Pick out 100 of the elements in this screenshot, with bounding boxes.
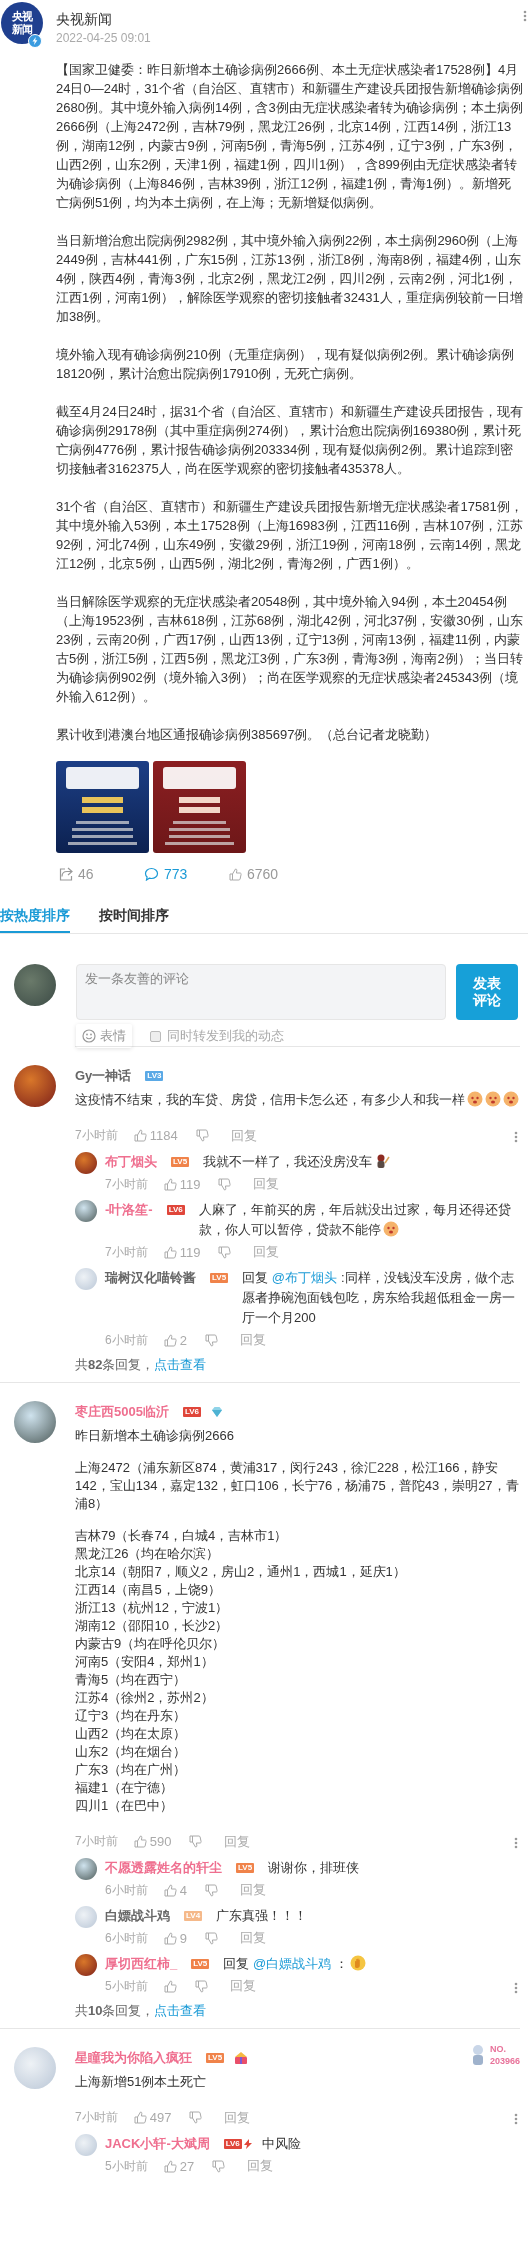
comment-time: 5小时前 xyxy=(105,1977,148,1995)
level-badge: LV3 xyxy=(145,1071,164,1081)
reply-button[interactable]: 回复 xyxy=(230,1126,257,1145)
checkbox-label: 同时转发到我的动态 xyxy=(167,1027,284,1045)
logo-text: 新闻 xyxy=(12,23,32,36)
comment-button[interactable]: 773 xyxy=(141,866,226,882)
avatar xyxy=(14,2047,56,2089)
avatar xyxy=(75,1858,97,1880)
comment-text: 黑龙江26（均在哈尔滨） xyxy=(75,1545,221,1563)
repost-button[interactable]: 46 xyxy=(56,866,141,882)
submit-button[interactable]: 发表评论 xyxy=(456,964,518,1020)
comment-text: 山西2（均在太原） xyxy=(75,1725,188,1743)
like-button[interactable]: 590 xyxy=(133,1834,172,1849)
like-button[interactable]: 6760 xyxy=(226,866,311,882)
post-paragraph: 当日解除医学观察的无症状感染者20548例，其中境外输入94例，本土20454例（上海19523例，吉林618例，江苏68例，湖北42例，河北37例，安徽30例，山东23例，云南20例，广西17例，山西13例，辽宁13例，河南13例，福建11例，内蒙古5例，浙江5例，江西5例，黑龙江3例，广东3例，青海3例，海南2例）；当日转为确诊病例902例（境外输入3例）；尚在医学观察的无症状感染者245343例（境外输入612例）。 xyxy=(56,593,524,706)
like-button[interactable]: 27 xyxy=(163,2158,195,2174)
like-button[interactable]: 497 xyxy=(133,2110,172,2125)
reply-button[interactable]: 回复 xyxy=(253,1243,280,1261)
reply-text: 谢谢你，排班侠 xyxy=(268,1859,361,1877)
emoji-icon xyxy=(467,1091,483,1107)
thumbs-up-icon xyxy=(163,1979,177,1993)
user-name[interactable]: -叶洛笙- xyxy=(105,1200,153,1220)
like-button[interactable]: 4 xyxy=(163,1882,187,1898)
dislike-button[interactable] xyxy=(204,1883,218,1897)
post-paragraph: 31个省（自治区、直辖市）和新疆生产建设兵团报告新增无症状感染者17581例，其中境外输入53例，本土17528例（上海16983例，江西116例，吉林107例，江苏92例，河北74例，山东49例，安徽29例，浙江19例，河南18例，云南14例，黑龙江12例，北京5例，山西5例，湖北2例，青海2例，广西1例）。 xyxy=(56,498,524,573)
thumbs-up-icon xyxy=(163,2159,177,2173)
user-name[interactable]: 白嫖战斗鸡 xyxy=(105,1906,170,1926)
level-badge: LV5 xyxy=(171,1157,190,1167)
reply-count: 共10条回复， xyxy=(75,2003,155,2018)
comment-time: 7小时前 xyxy=(75,2109,118,2126)
user-name[interactable]: 布丁烟头 xyxy=(105,1152,157,1172)
fan-number: 203966 xyxy=(489,2055,520,2067)
thumbs-up-icon xyxy=(163,1883,177,1897)
like-button[interactable]: 9 xyxy=(163,1930,187,1946)
like-button[interactable]: 119 xyxy=(163,1176,201,1192)
thumbs-up-icon xyxy=(133,2111,147,2124)
author-name[interactable]: 央视新闻 xyxy=(56,10,151,28)
checkbox[interactable] xyxy=(150,1030,161,1042)
post-paragraph: 境外输入现有确诊病例210例（无重症病例），现有疑似病例2例。累计确诊病例18120例，累计治愈出院病例17910例，无死亡病例。 xyxy=(56,346,515,383)
comment-time: 7小时前 xyxy=(105,1175,148,1193)
comment-time: 7小时前 xyxy=(105,1243,148,1261)
mention-link[interactable]: @布丁烟头 xyxy=(271,1270,337,1285)
user-name[interactable]: 不愿透露姓名的轩尘 xyxy=(105,1858,222,1878)
user-name[interactable]: 厚切西红柿_ xyxy=(105,1954,178,1974)
dislike-button[interactable] xyxy=(195,1129,209,1142)
sort-tab[interactable]: 按热度排序 xyxy=(0,903,70,933)
reply-button[interactable]: 回复 xyxy=(224,1832,251,1851)
reply-button[interactable]: 回复 xyxy=(239,1881,266,1899)
dislike-button[interactable] xyxy=(218,1245,232,1259)
like-button[interactable]: 119 xyxy=(163,1244,201,1260)
like-button[interactable] xyxy=(163,1979,177,1993)
reply-text: 回复 @布丁烟头 :同样，没钱没车没房，做个志愿者挣碗泡面钱包吃，房东给我超低租金一房一厅一个月200 xyxy=(242,1269,517,1327)
reply-button[interactable]: 回复 xyxy=(229,1977,256,1995)
comment-text: 昨日新增本土确诊病例2666 xyxy=(75,1427,235,1445)
comment-text: 这疫情不结束，我的车贷、房贷，信用卡怎么还，有多少人和我一样 xyxy=(75,1091,520,1109)
post-time: 2022-04-25 09:01 xyxy=(56,31,151,45)
mention-link[interactable]: @白嫖战斗鸡 xyxy=(252,1956,332,1971)
reply-button[interactable]: 回复 xyxy=(239,1331,266,1349)
comment-field[interactable]: 发一条友善的评论 xyxy=(76,964,446,1020)
comment-text: 湖南12（邵阳10，长沙2） xyxy=(75,1617,230,1635)
dislike-button[interactable] xyxy=(194,1979,208,1993)
comment-text: 内蒙古9（均在呼伦贝尔） xyxy=(75,1635,227,1653)
dislike-button[interactable] xyxy=(189,2111,203,2124)
reply-text: 回复 @白嫖战斗鸡 ： xyxy=(223,1954,520,1974)
user-name[interactable]: Gy一神话 xyxy=(75,1067,132,1085)
reply-text: 广东真强！！！ xyxy=(216,1907,309,1925)
avatar xyxy=(75,1152,97,1174)
dislike-button[interactable] xyxy=(204,1931,218,1945)
user-name[interactable]: 瑞树汉化喵铃酱 xyxy=(105,1268,196,1288)
dislike-button[interactable] xyxy=(204,1333,218,1347)
thumbs-down-icon xyxy=(194,1979,208,1993)
level-badge: LV5 xyxy=(236,1863,255,1873)
dislike-button[interactable] xyxy=(218,1177,232,1191)
avatar xyxy=(75,1200,97,1222)
avatar xyxy=(75,1954,97,1976)
reply-button[interactable]: 回复 xyxy=(247,2157,274,2175)
user-name[interactable]: JACK小轩-大斌周 xyxy=(105,2134,210,2154)
post-paragraph: 截至4月24日24时，据31个省（自治区、直辖市）和新疆生产建设兵团报告，现有确诊病例29178例（其中重症病例274例），累计治愈出院病例169380例，累计死亡病例4776例，累计报告确诊病例203334例，现有疑似病例2例。累计追踪到密切接触者3162375人，尚在医学观察的密切接触者435378人。 xyxy=(56,403,524,478)
comment-text: 青海5（均在西宁） xyxy=(75,1671,188,1689)
reply-button[interactable]: 回复 xyxy=(239,1929,266,1947)
sort-tab[interactable]: 按时间排序 xyxy=(99,903,169,933)
post-paragraph: 累计收到港澳台地区通报确诊病例385697例。（总台记者龙晓勤） xyxy=(56,726,439,744)
view-replies-link[interactable]: 点击查看 xyxy=(154,1357,207,1372)
emoji-button[interactable]: 表情 xyxy=(76,1024,132,1048)
user-name[interactable]: 星瞳我为你陷入疯狂 xyxy=(75,2049,192,2067)
dislike-button[interactable] xyxy=(212,2159,226,2173)
reply-text: 人麻了，年前买的房，年后就没出过家，每月还得还贷款，你人可以暂停，贷款不能停 xyxy=(198,1201,512,1239)
reply-button[interactable]: 回复 xyxy=(224,2108,251,2127)
emoji-icon xyxy=(382,1221,399,1237)
like-button[interactable]: 2 xyxy=(163,1332,187,1348)
user-name[interactable]: 枣庄西5005临沂 xyxy=(75,1403,169,1421)
dislike-button[interactable] xyxy=(189,1835,203,1848)
like-button[interactable]: 1184 xyxy=(133,1128,178,1143)
comment-time: 6小时前 xyxy=(105,1331,148,1349)
reply-button[interactable]: 回复 xyxy=(253,1175,280,1193)
comment-text: 上海2472（浦东新区874，黄浦317，闵行243，徐汇228，松江166，静安142，宝山134，嘉定132，虹口106，长宁76，杨浦75，普陀43，崇明27，青浦8） xyxy=(75,1459,520,1513)
reply-count: 共82条回复， xyxy=(75,1357,155,1372)
post-paragraph: 【国家卫健委：昨日新增本土确诊病例2666例、本土无症状感染者17528例】4月24日0—24时，31个省（自治区、直辖市）和新疆生产建设兵团报告新增确诊病例2680例。其中境外输入病例14例，含3例由无症状感染者转为确诊病例；本土病例2666例（上海2472例，吉林79例，黑龙江26例，北京14例，江西14例，浙江13例，湖南12例，内蒙古9例，河南5例，青海5例，江苏4例，辽宁3例，广东3例，山西2例，山东2例，天津1例，福建1例，四川1例），含899例由无症状感染者转为确诊病例（上海846例，吉林39例，浙江12例，福建1例，青海1例）。新增死亡病例51例，均为本土病例，在上海；无新增疑似病例。 xyxy=(56,61,524,212)
comment-time: 7小时前 xyxy=(75,1833,118,1850)
view-replies-link[interactable]: 点击查看 xyxy=(154,2003,207,2018)
